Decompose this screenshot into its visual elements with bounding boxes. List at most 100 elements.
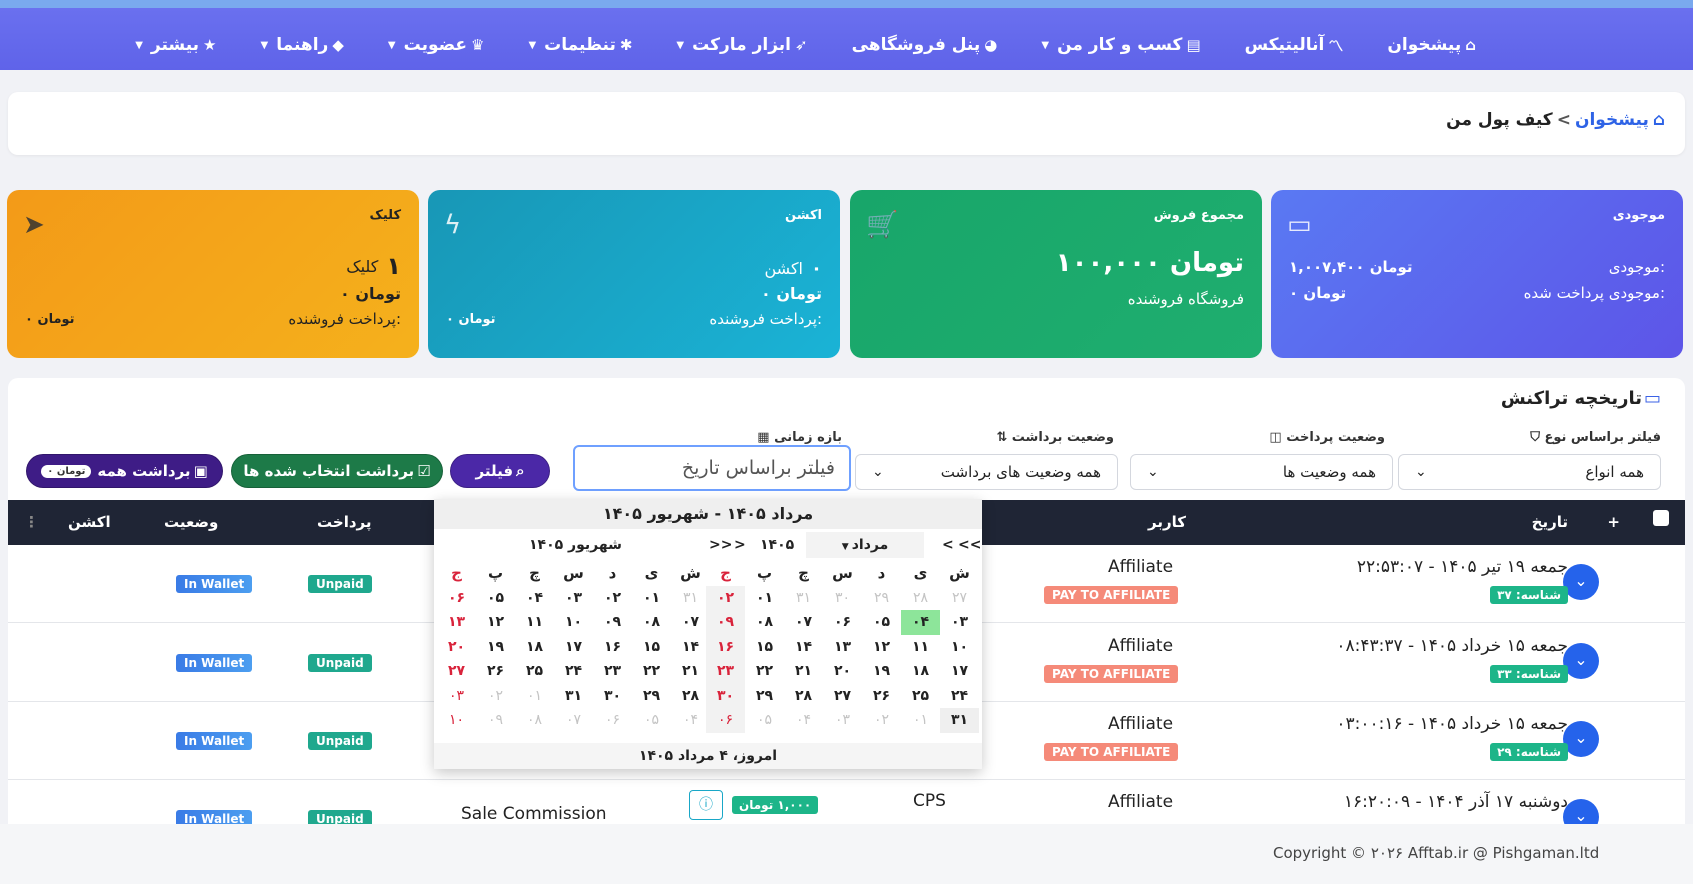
calendar-day[interactable]: ۱۲	[476, 610, 515, 635]
calendar-day[interactable]: ۱۹	[862, 659, 901, 684]
calendar-day[interactable]: ۲۰	[823, 659, 862, 684]
today-button[interactable]: امروز، ۴ مرداد ۱۴۰۵	[434, 743, 982, 769]
calendar-day[interactable]: ۲۵	[901, 684, 940, 709]
calendar-day[interactable]: ۳۱	[671, 586, 710, 611]
next-year-button[interactable]: >>	[709, 532, 732, 558]
calendar-day[interactable]: ۰۴	[784, 708, 823, 733]
calendar-day[interactable]: ۳۱	[784, 586, 823, 611]
calendar-day[interactable]: ۱۰	[940, 635, 979, 660]
prev-month-button[interactable]: <	[942, 532, 954, 558]
calendar-day[interactable]: ۱۰	[554, 610, 593, 635]
calendar-day[interactable]: ۲۰	[437, 635, 476, 660]
calendar-day[interactable]: ۰۱	[745, 586, 784, 611]
calendar-day[interactable]: ۰۶	[593, 708, 632, 733]
calendar-day[interactable]: ۲۸	[784, 684, 823, 709]
calendar-day[interactable]: ۰۳	[437, 684, 476, 709]
calendar-day[interactable]: ۲۷	[823, 684, 862, 709]
calendar-day[interactable]: ۰۶	[823, 610, 862, 635]
next-month-button[interactable]: >	[734, 532, 746, 558]
calendar-day[interactable]: ۰۳	[823, 708, 862, 733]
nav-item-8[interactable]: ★ بیشتر ▼	[113, 35, 238, 55]
calendar-day[interactable]: ۲۸	[901, 586, 940, 611]
calendar-day[interactable]: ۳۱	[940, 708, 979, 733]
calendar-day[interactable]: ۲۵	[515, 659, 554, 684]
calendar-day[interactable]: ۰۱	[632, 586, 671, 611]
payment-status-select[interactable]: همه وضعیت ها ⌄	[1130, 454, 1393, 490]
calendar-day[interactable]: ۰۳	[940, 610, 979, 635]
column-menu-icon[interactable]: ⋮	[24, 513, 39, 531]
calendar-day[interactable]: ۲۷	[437, 659, 476, 684]
calendar-day[interactable]: ۱۰	[437, 708, 476, 733]
calendar-day[interactable]: ۲۹	[632, 684, 671, 709]
calendar-day[interactable]: ۰۵	[476, 586, 515, 611]
withdraw-status-select[interactable]: همه وضعیت های برداشت ⌄	[855, 454, 1118, 490]
calendar-day[interactable]: ۲۷	[940, 586, 979, 611]
month-select[interactable]: ▼ مرداد	[806, 532, 924, 558]
calendar-day[interactable]: ۰۴	[901, 610, 940, 635]
calendar-day[interactable]: ۰۷	[554, 708, 593, 733]
expand-row-button[interactable]: ⌄	[1563, 564, 1599, 600]
calendar-day[interactable]: ۱۶	[593, 635, 632, 660]
calendar-day[interactable]: ۱۵	[745, 635, 784, 660]
calendar-day[interactable]: ۱۵	[632, 635, 671, 660]
calendar-day[interactable]: ۰۲	[862, 708, 901, 733]
info-icon[interactable]: ⓘ	[689, 790, 723, 820]
nav-item-7[interactable]: ◆ راهنما ▼	[239, 35, 366, 55]
calendar-day[interactable]: ۱۹	[476, 635, 515, 660]
calendar-day[interactable]: ۰۱	[901, 708, 940, 733]
calendar-day[interactable]: ۲۲	[745, 659, 784, 684]
nav-item-2[interactable]: ▤ کسب و کار من ▼	[1019, 35, 1222, 55]
calendar-day[interactable]: ۳۰	[706, 683, 745, 708]
withdraw-selected-button[interactable]: ☑ برداشت انتخاب شده ها	[231, 454, 443, 488]
calendar-day[interactable]: ۲۱	[784, 659, 823, 684]
calendar-day[interactable]: ۰۲	[706, 585, 745, 610]
calendar-day[interactable]: ۲۲	[632, 659, 671, 684]
calendar-day[interactable]: ۱۸	[901, 659, 940, 684]
calendar-day[interactable]: ۱۶	[706, 634, 745, 659]
calendar-day[interactable]: ۱۴	[671, 635, 710, 660]
calendar-day[interactable]: ۰۸	[632, 610, 671, 635]
date-filter-input[interactable]: فیلتر براساس تاریخ	[573, 445, 851, 491]
expand-row-button[interactable]: ⌄	[1563, 643, 1599, 679]
calendar-day[interactable]: ۲۴	[554, 659, 593, 684]
calendar-day[interactable]: ۱۷	[554, 635, 593, 660]
nav-item-0[interactable]: ⌂ پیشخوان	[1365, 35, 1498, 55]
nav-item-1[interactable]: 〽 آنالیتیکس	[1223, 35, 1366, 56]
calendar-day[interactable]: ۰۳	[554, 586, 593, 611]
calendar-day[interactable]: ۲۳	[593, 659, 632, 684]
calendar-day[interactable]: ۲۴	[940, 684, 979, 709]
select-all-checkbox[interactable]	[1653, 510, 1669, 526]
breadcrumb-home[interactable]: ⌂ پیشخوان	[1575, 110, 1665, 130]
calendar-day[interactable]: ۰۶	[437, 586, 476, 611]
calendar-day[interactable]: ۰۹	[476, 708, 515, 733]
calendar-day[interactable]: ۲۸	[671, 684, 710, 709]
calendar-day[interactable]: ۰۴	[515, 586, 554, 611]
nav-item-5[interactable]: ✱ تنظیمات ▼	[506, 35, 654, 55]
calendar-day[interactable]: ۱۱	[515, 610, 554, 635]
calendar-day[interactable]: ۰۵	[862, 610, 901, 635]
calendar-day[interactable]: ۱۲	[862, 635, 901, 660]
calendar-day[interactable]: ۳۰	[593, 684, 632, 709]
filter-button[interactable]: ⌕ فیلتر	[450, 454, 550, 488]
calendar-day[interactable]: ۲۹	[745, 684, 784, 709]
calendar-day[interactable]: ۰۹	[706, 610, 745, 635]
calendar-day[interactable]: ۰۹	[593, 610, 632, 635]
nav-item-4[interactable]: ➶ ابزار مارکت ▼	[654, 35, 829, 55]
calendar-day[interactable]: ۰۱	[515, 684, 554, 709]
calendar-day[interactable]: ۱۳	[823, 635, 862, 660]
calendar-day[interactable]: ۰۴	[671, 708, 710, 733]
calendar-day[interactable]: ۰۷	[784, 610, 823, 635]
calendar-day[interactable]: ۰۸	[745, 610, 784, 635]
calendar-day[interactable]: ۲۱	[671, 659, 710, 684]
year-select[interactable]: ۱۴۰۵	[760, 532, 794, 558]
calendar-day[interactable]: ۰۵	[745, 708, 784, 733]
calendar-day[interactable]: ۰۸	[515, 708, 554, 733]
calendar-day[interactable]: ۰۲	[476, 684, 515, 709]
calendar-day[interactable]: ۱۱	[901, 635, 940, 660]
calendar-day[interactable]: ۰۵	[632, 708, 671, 733]
calendar-day[interactable]: ۲۹	[862, 586, 901, 611]
calendar-day[interactable]: ۲۶	[476, 659, 515, 684]
calendar-day[interactable]: ۳۱	[554, 684, 593, 709]
calendar-day[interactable]: ۰۷	[671, 610, 710, 635]
calendar-day[interactable]: ۱۴	[784, 635, 823, 660]
